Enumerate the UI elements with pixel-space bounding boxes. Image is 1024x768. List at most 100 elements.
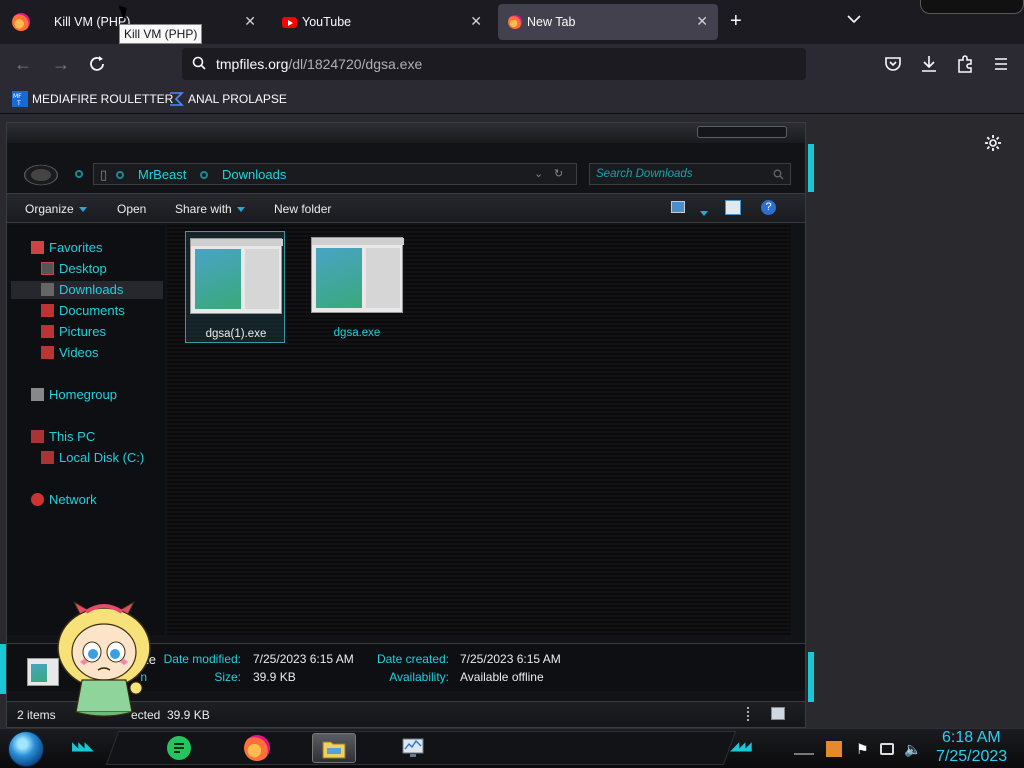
pictures-icon	[41, 325, 54, 338]
refresh-icon[interactable]: ↻	[554, 167, 563, 180]
search-input[interactable]: Search Downloads	[589, 163, 791, 185]
firefox-icon	[508, 15, 522, 29]
tab-youtube[interactable]: YouTube ✕	[272, 4, 492, 40]
extensions-icon[interactable]	[954, 53, 976, 75]
homegroup-icon	[31, 388, 44, 401]
explorer-command-bar: Organize Open Share with New folder ?	[7, 193, 805, 223]
desktop-icon	[41, 262, 54, 275]
flag-icon[interactable]: ⚑	[856, 741, 872, 757]
reload-icon[interactable]	[86, 53, 108, 75]
volume-icon[interactable]: 🔈	[904, 741, 921, 757]
chevron-down-icon[interactable]	[846, 11, 862, 27]
frame-notch	[697, 126, 787, 138]
new-tab-button[interactable]: +	[730, 10, 742, 33]
taskbar-app-monitor[interactable]	[392, 733, 436, 763]
file-name: dgsa.exe	[333, 327, 381, 339]
tab-label: New Tab	[527, 15, 576, 29]
taskbar-app-explorer[interactable]	[312, 733, 356, 763]
exe-thumbnail-icon	[190, 238, 283, 314]
tab-new-tab[interactable]: New Tab ✕	[498, 4, 718, 40]
firefox-view-icon[interactable]	[12, 13, 30, 31]
taskbar-app-notes[interactable]	[158, 733, 202, 763]
preview-pane-icon[interactable]	[725, 200, 741, 215]
network-status-icon[interactable]	[880, 743, 894, 755]
caret-down-icon	[78, 207, 87, 213]
network-icon	[31, 493, 44, 506]
gear-icon[interactable]	[984, 134, 1002, 152]
frame-decoration	[808, 144, 814, 192]
clock-time[interactable]: 6:18 AM	[942, 729, 1001, 747]
open-label: Open	[117, 202, 147, 216]
details-label: Availability:	[389, 670, 449, 684]
large-icons-view-icon[interactable]	[771, 707, 785, 720]
selected-size: 39.9 KB	[167, 708, 210, 722]
file-list: dgsa(1).exe dgsa.exe	[167, 225, 791, 635]
breadcrumb-user[interactable]: MrBeast	[138, 167, 186, 182]
open-button[interactable]: Open	[117, 202, 146, 216]
close-tab-icon[interactable]: ✕	[470, 13, 482, 30]
nav-label: Documents	[59, 303, 125, 318]
nav-label: Local Disk (C:)	[59, 450, 145, 465]
windows-taskbar: ◣◣◣ ◢◢◢ ⚑ 🔈 6:18 AM 7/25/2023	[0, 728, 1024, 768]
bookmarks-toolbar: MF T MEDIAFIRE ROULETTER ANAL PROLAPSE	[0, 84, 1024, 114]
organize-button[interactable]: Organize	[25, 202, 87, 216]
notes-app-icon	[167, 736, 191, 760]
back-icon[interactable]: ←	[12, 53, 34, 75]
view-options-dropdown[interactable]	[695, 206, 708, 220]
forward-icon[interactable]: →	[50, 53, 72, 75]
share-with-button[interactable]: Share with	[175, 202, 245, 216]
frame-decoration	[808, 652, 814, 702]
change-view-icon[interactable]	[671, 201, 685, 213]
java-update-icon[interactable]	[826, 741, 842, 757]
start-button[interactable]	[8, 731, 44, 767]
close-tab-icon[interactable]: ✕	[696, 13, 708, 30]
help-icon[interactable]: ?	[761, 200, 776, 215]
nav-label: Downloads	[59, 282, 124, 297]
computer-icon	[31, 430, 44, 443]
details-value: Available offline	[460, 670, 544, 684]
downloads-icon[interactable]	[918, 53, 940, 75]
videos-icon	[41, 346, 54, 359]
folder-icon	[322, 741, 346, 759]
url-text[interactable]: tmpfiles.org/dl/1824720/dgsa.exe	[216, 56, 422, 72]
breadcrumb[interactable]: ▯ MrBeast Downloads ⌄ ↻	[93, 163, 577, 185]
file-item[interactable]: dgsa(1).exe	[185, 231, 285, 343]
back-forward-orb-icon[interactable]	[21, 163, 61, 187]
exe-thumbnail-icon	[311, 237, 404, 313]
separator-dot-icon	[116, 171, 124, 179]
separator-dot-icon	[200, 171, 208, 179]
documents-icon	[41, 304, 54, 317]
nav-label: Pictures	[59, 324, 106, 339]
youtube-icon	[282, 17, 297, 28]
details-value: 39.9 KB	[253, 670, 296, 684]
nav-downloads[interactable]: Downloads	[11, 281, 163, 299]
explorer-title-bar	[7, 123, 805, 143]
new-folder-button[interactable]: New folder	[274, 202, 331, 216]
window-frame-decoration	[920, 0, 1024, 14]
clock-date[interactable]: 7/25/2023	[936, 748, 1007, 766]
search-icon	[192, 56, 206, 70]
file-item[interactable]: dgsa.exe	[307, 231, 407, 343]
file-name: dgsa(1).exe	[205, 328, 267, 340]
pocket-icon[interactable]	[882, 53, 904, 75]
close-tab-icon[interactable]: ✕	[244, 13, 256, 30]
nav-label: Desktop	[59, 261, 107, 276]
breadcrumb-downloads[interactable]: Downloads	[222, 167, 286, 182]
mft-icon: MF T	[12, 91, 28, 107]
caret-down-icon	[236, 207, 245, 213]
chevron-down-icon[interactable]: ⌄	[534, 167, 543, 180]
nav-label: This PC	[49, 429, 96, 444]
taskbar-app-firefox[interactable]	[236, 733, 280, 763]
details-view-icon[interactable]	[747, 707, 751, 721]
show-hidden-icons-icon[interactable]	[794, 745, 814, 755]
hamburger-menu-icon[interactable]	[990, 53, 1012, 75]
new-folder-label: New folder	[274, 202, 332, 216]
details-label: Date created:	[376, 652, 449, 666]
decorative-chevrons: ◢◢◢	[730, 739, 752, 753]
decorative-chevrons: ◣◣◣	[72, 739, 94, 753]
nav-label: Network	[49, 492, 97, 507]
url-bar[interactable]: tmpfiles.org/dl/1824720/dgsa.exe	[182, 48, 806, 80]
navigation-toolbar: ← → tmpfiles.org/dl/1824720/dgsa.exe	[0, 44, 1024, 84]
details-value: 7/25/2023 6:15 AM	[460, 652, 561, 666]
folder-icon: ▯	[100, 167, 108, 182]
